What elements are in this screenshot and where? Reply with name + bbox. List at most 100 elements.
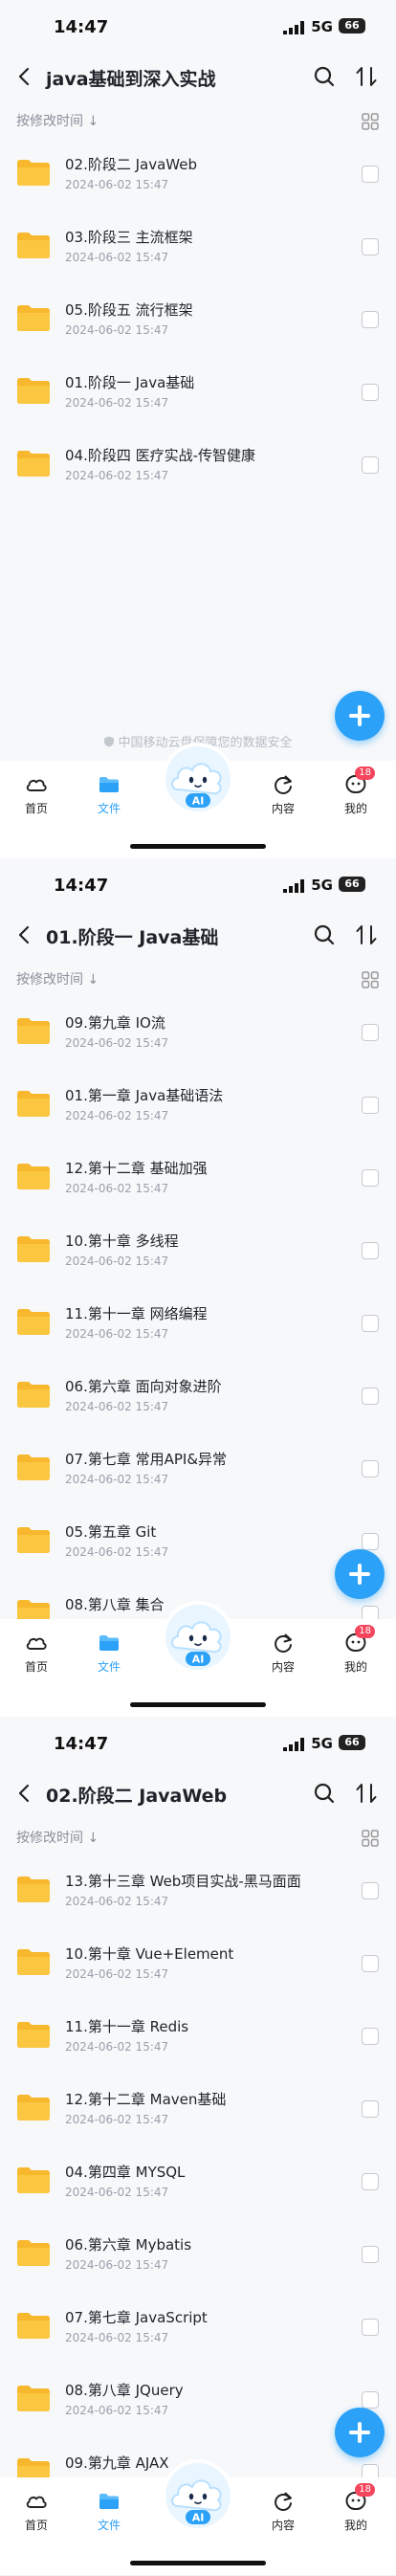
grid-view-icon[interactable] — [362, 1830, 379, 1847]
sort-bar: 按修改时间 ↓ — [0, 1820, 396, 1854]
select-checkbox[interactable] — [362, 2391, 379, 2409]
select-checkbox[interactable] — [362, 1460, 379, 1477]
select-checkbox[interactable] — [362, 2319, 379, 2336]
home-indicator — [130, 2561, 266, 2565]
back-arrow-icon[interactable] — [11, 63, 38, 90]
folder-list-item[interactable]: 01.第一章 Java基础语法 2024-06-02 15:47 — [0, 1069, 396, 1142]
refresh-content-icon — [275, 775, 292, 794]
select-checkbox[interactable] — [362, 238, 379, 255]
nav-header: java基础到深入实战 — [0, 56, 396, 98]
folder-name: 11.第十一章 网络编程 — [65, 1305, 208, 1322]
page-title: java基础到深入实战 — [46, 69, 216, 90]
ai-assistant-button[interactable]: AI — [161, 742, 235, 816]
tab-mine[interactable]: 18 我的 — [327, 766, 385, 816]
folder-list-item[interactable]: 10.第十章 Vue+Element 2024-06-02 15:47 — [0, 1927, 396, 2000]
home-indicator — [130, 1702, 266, 1707]
select-checkbox[interactable] — [362, 2028, 379, 2045]
add-button[interactable] — [335, 1549, 385, 1599]
folder-list-item[interactable]: 11.第十一章 网络编程 2024-06-02 15:47 — [0, 1287, 396, 1360]
folder-list-item[interactable]: 07.第七章 常用API&异常 2024-06-02 15:47 — [0, 1432, 396, 1505]
sort-by-modified-button[interactable]: 按修改时间 ↓ — [16, 1828, 99, 1847]
folder-name: 05.阶段五 流行框架 — [65, 301, 193, 319]
tab-mine[interactable]: 18 我的 — [327, 1625, 385, 1675]
tab-home[interactable]: 首页 — [8, 1631, 65, 1675]
tab-content[interactable]: 内容 — [254, 1631, 312, 1675]
folder-list-item[interactable]: 06.第六章 Mybatis 2024-06-02 15:47 — [0, 2218, 396, 2291]
select-checkbox[interactable] — [362, 1315, 379, 1332]
folder-list-item[interactable]: 05.阶段五 流行框架 2024-06-02 15:47 — [0, 283, 396, 356]
sort-by-modified-button[interactable]: 按修改时间 ↓ — [16, 111, 99, 130]
tab-home[interactable]: 首页 — [8, 772, 65, 816]
sort-icon[interactable] — [354, 922, 379, 947]
tab-files[interactable]: 文件 — [80, 1631, 138, 1675]
tab-files[interactable]: 文件 — [80, 2489, 138, 2533]
folder-list-item[interactable]: 11.第十一章 Redis 2024-06-02 15:47 — [0, 2000, 396, 2073]
folder-date: 2024-06-02 15:47 — [65, 396, 169, 410]
folder-list-item[interactable]: 04.第四章 MYSQL 2024-06-02 15:47 — [0, 2145, 396, 2218]
folder-date: 2024-06-02 15:47 — [65, 2331, 169, 2344]
folder-name: 03.阶段三 主流框架 — [65, 229, 193, 246]
cloud-home-icon — [26, 1637, 47, 1650]
folder-name: 10.第十章 Vue+Element — [65, 1945, 234, 1963]
select-checkbox[interactable] — [362, 2246, 379, 2263]
select-checkbox[interactable] — [362, 456, 379, 474]
folder-list-item[interactable]: 07.第七章 JavaScript 2024-06-02 15:47 — [0, 2291, 396, 2364]
add-button[interactable] — [335, 2408, 385, 2457]
folder-list-item[interactable]: 04.阶段四 医疗实战-传智健康 2024-06-02 15:47 — [0, 429, 396, 501]
folder-list-item[interactable]: 01.阶段一 Java基础 2024-06-02 15:47 — [0, 356, 396, 429]
grid-view-icon[interactable] — [362, 113, 379, 130]
select-checkbox[interactable] — [362, 2173, 379, 2190]
folder-list: 02.阶段二 JavaWeb 2024-06-02 15:47 03.阶段三 主… — [0, 138, 396, 501]
folder-name: 13.第十三章 Web项目实战-黑马面面 — [65, 1873, 301, 1890]
folder-list-item[interactable]: 03.阶段三 主流框架 2024-06-02 15:47 — [0, 211, 396, 283]
select-checkbox[interactable] — [362, 2100, 379, 2118]
tab-files[interactable]: 文件 — [80, 772, 138, 816]
folder-icon — [17, 1455, 50, 1480]
select-checkbox[interactable] — [362, 384, 379, 401]
ai-assistant-button[interactable]: AI — [161, 1600, 235, 1675]
sort-icon[interactable] — [354, 1781, 379, 1806]
select-checkbox[interactable] — [362, 166, 379, 183]
search-icon[interactable] — [312, 922, 337, 947]
folder-icon — [17, 1382, 50, 1408]
sort-icon[interactable] — [354, 64, 379, 89]
select-checkbox[interactable] — [362, 1955, 379, 1972]
select-checkbox[interactable] — [362, 1242, 379, 1259]
back-arrow-icon[interactable] — [11, 922, 38, 948]
folder-name: 04.第四章 MYSQL — [65, 2164, 186, 2181]
add-button[interactable] — [335, 691, 385, 741]
tab-home[interactable]: 首页 — [8, 2489, 65, 2533]
bottom-tab-bar: 首页 文件 AI 内容 18 我的 — [0, 2459, 396, 2575]
folder-list-item[interactable]: 10.第十章 多线程 2024-06-02 15:47 — [0, 1214, 396, 1287]
select-checkbox[interactable] — [362, 1097, 379, 1114]
folder-date: 2024-06-02 15:47 — [65, 1327, 169, 1341]
grid-view-icon[interactable] — [362, 971, 379, 988]
folder-list-item[interactable]: 09.第九章 IO流 2024-06-02 15:47 — [0, 996, 396, 1069]
folder-list-item[interactable]: 13.第十三章 Web项目实战-黑马面面 2024-06-02 15:47 — [0, 1854, 396, 1927]
tab-mine[interactable]: 18 我的 — [327, 2483, 385, 2533]
ai-assistant-button[interactable]: AI — [161, 2458, 235, 2533]
tab-content[interactable]: 内容 — [254, 2489, 312, 2533]
folder-list-item[interactable]: 12.第十二章 基础加强 2024-06-02 15:47 — [0, 1142, 396, 1214]
folder-icon — [17, 2240, 50, 2266]
folder-date: 2024-06-02 15:47 — [65, 323, 169, 337]
bottom-tab-bar: 首页 文件 AI 内容 18 我的 — [0, 1601, 396, 1717]
select-checkbox[interactable] — [362, 1533, 379, 1550]
select-checkbox[interactable] — [362, 1882, 379, 1899]
tab-mine-label: 我的 — [343, 802, 367, 815]
tab-content[interactable]: 内容 — [254, 772, 312, 816]
search-icon[interactable] — [312, 1781, 337, 1806]
folder-list-item[interactable]: 06.第六章 面向对象进阶 2024-06-02 15:47 — [0, 1360, 396, 1432]
battery-icon: 66 — [339, 1735, 365, 1750]
select-checkbox[interactable] — [362, 1169, 379, 1187]
search-icon[interactable] — [312, 64, 337, 89]
folder-list-item[interactable]: 02.阶段二 JavaWeb 2024-06-02 15:47 — [0, 138, 396, 211]
folder-name: 06.第六章 面向对象进阶 — [65, 1378, 222, 1395]
select-checkbox[interactable] — [362, 1024, 379, 1041]
phone-screen: 14:47 5G 66 java基础到深入实战 按修改时间 ↓ 02.阶段二 J… — [0, 0, 396, 858]
select-checkbox[interactable] — [362, 1388, 379, 1405]
select-checkbox[interactable] — [362, 311, 379, 328]
back-arrow-icon[interactable] — [11, 1780, 38, 1807]
folder-list-item[interactable]: 12.第十二章 Maven基础 2024-06-02 15:47 — [0, 2073, 396, 2145]
sort-by-modified-button[interactable]: 按修改时间 ↓ — [16, 969, 99, 988]
